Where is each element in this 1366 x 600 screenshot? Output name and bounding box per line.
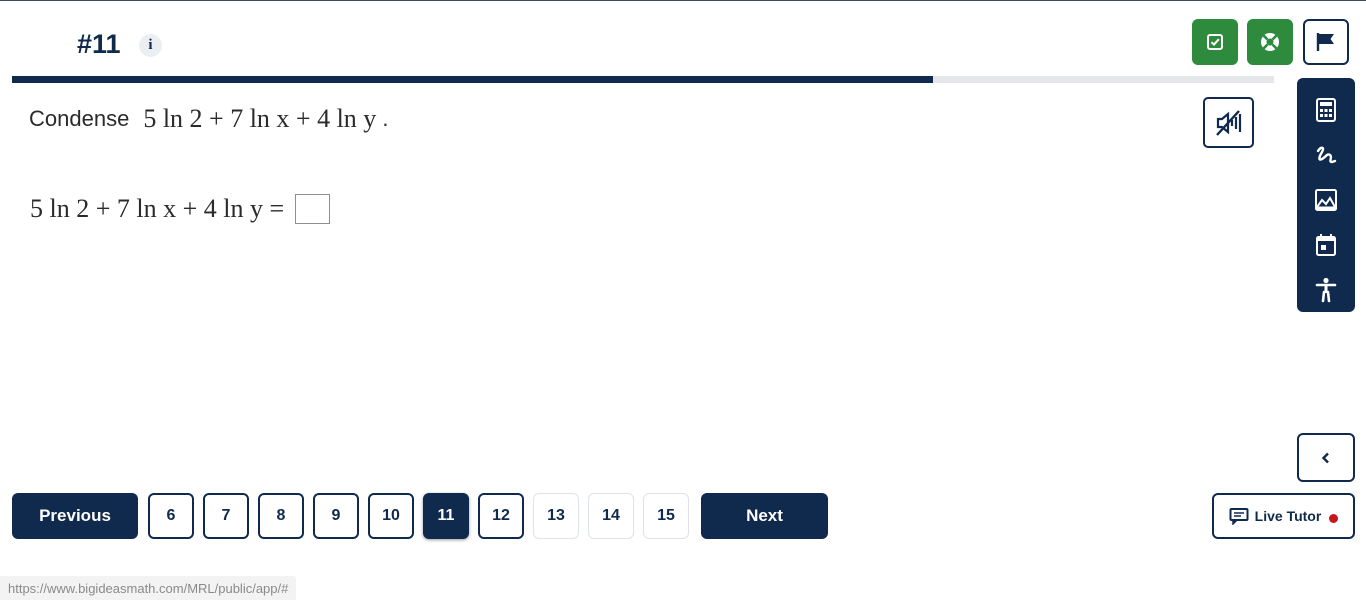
flag-icon — [1316, 33, 1334, 51]
accessibility-button[interactable] — [1306, 267, 1346, 312]
page-button[interactable]: 6 — [148, 493, 194, 539]
page-button[interactable]: 15 — [643, 493, 689, 539]
answer-row: 5 ln 2 + 7 ln x + 4 ln y = — [30, 191, 331, 227]
page-button[interactable]: 11 — [423, 493, 469, 539]
help-button[interactable] — [1247, 19, 1293, 65]
check-answer-button[interactable] — [1192, 19, 1238, 65]
page-button[interactable]: 10 — [368, 493, 414, 539]
answer-expression: 5 ln 2 + 7 ln x + 4 ln y = — [30, 194, 285, 223]
chat-icon — [1229, 507, 1249, 525]
prompt-text: Condense — [29, 106, 130, 131]
question-number: #11 — [77, 29, 121, 59]
progress-bar — [12, 76, 1274, 83]
page-button[interactable]: 12 — [478, 493, 524, 539]
calendar-button[interactable] — [1306, 222, 1346, 267]
collapse-panel-button[interactable] — [1297, 433, 1355, 482]
info-icon[interactable]: i — [139, 34, 162, 57]
live-tutor-button[interactable]: Live Tutor — [1212, 493, 1355, 539]
calendar-icon — [1316, 233, 1336, 256]
chevron-left-icon — [1321, 452, 1329, 463]
page-button[interactable]: 8 — [258, 493, 304, 539]
lifebuoy-icon — [1261, 33, 1279, 51]
next-button[interactable]: Next — [701, 493, 828, 539]
calculator-icon — [1316, 98, 1336, 123]
page-button[interactable]: 9 — [313, 493, 359, 539]
expression: 5 ln 2 + 7 ln x + 4 ln y — [143, 104, 377, 133]
status-bar-url: https://www.bigideasmath.com/MRL/public/… — [0, 576, 297, 600]
tools-sidebar — [1297, 78, 1355, 312]
page-button[interactable]: 14 — [588, 493, 634, 539]
flag-button[interactable] — [1303, 19, 1349, 65]
scribble-icon — [1316, 146, 1337, 164]
audio-toggle-button[interactable] — [1203, 97, 1254, 148]
question-prompt: Condense 5 ln 2 + 7 ln x + 4 ln y . — [29, 101, 388, 137]
checkbox-icon — [1207, 34, 1223, 50]
answer-input[interactable] — [295, 194, 331, 224]
status-dot — [1329, 513, 1339, 523]
draw-button[interactable] — [1306, 133, 1346, 178]
image-icon — [1315, 188, 1337, 211]
previous-button[interactable]: Previous — [12, 493, 138, 539]
calculator-button[interactable] — [1306, 88, 1346, 133]
page-button[interactable]: 13 — [533, 493, 579, 539]
prompt-period: . — [382, 106, 389, 131]
accessibility-icon — [1315, 277, 1337, 302]
progress-fill — [12, 76, 934, 83]
live-tutor-label: Live Tutor — [1254, 508, 1322, 524]
mute-icon — [1215, 109, 1241, 136]
image-button[interactable] — [1306, 178, 1346, 223]
page-button[interactable]: 7 — [203, 493, 249, 539]
